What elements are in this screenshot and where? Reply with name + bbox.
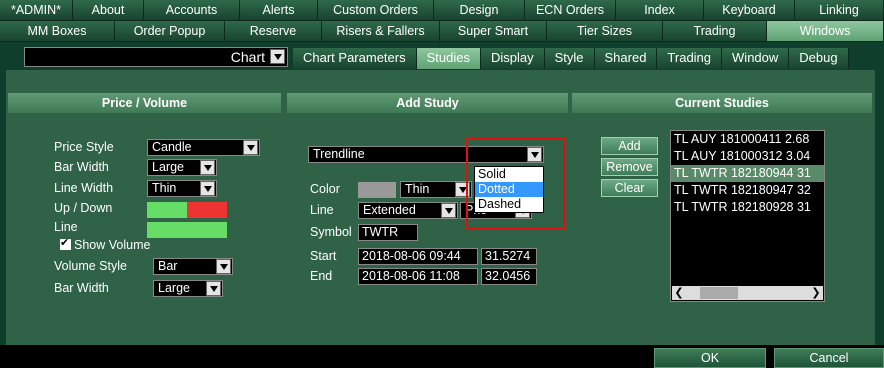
tab-ecn-orders[interactable]: ECN Orders: [525, 0, 616, 21]
end-label: End: [310, 269, 333, 283]
chevron-down-icon[interactable]: [200, 181, 215, 196]
tab-index[interactable]: Index: [616, 0, 704, 21]
up-color-swatch[interactable]: [147, 202, 187, 218]
subtab-display[interactable]: Display: [480, 48, 545, 69]
tab-linking[interactable]: Linking: [795, 0, 884, 21]
tab-tier-sizes[interactable]: Tier Sizes: [547, 21, 663, 42]
add-study-header: Add Study: [287, 93, 568, 113]
start-time-field[interactable]: 2018-08-06 09:44: [358, 248, 478, 265]
tab-order-popup[interactable]: Order Popup: [115, 21, 225, 42]
end-price-field[interactable]: 32.0456: [481, 268, 537, 285]
subtab-studies[interactable]: Studies: [416, 48, 481, 69]
symbol-label: Symbol: [310, 225, 352, 239]
bar-width-2-select[interactable]: Large: [153, 280, 223, 297]
sub-tabs: Chart Parameters Studies Display Style S…: [293, 48, 849, 69]
subtab-debug[interactable]: Debug: [789, 48, 849, 69]
subtab-trading[interactable]: Trading: [657, 48, 723, 69]
horizontal-scrollbar[interactable]: ❮ ❯: [672, 286, 823, 300]
bar-width-2-label: Bar Width: [54, 281, 109, 295]
start-price-field[interactable]: 31.5274: [481, 248, 537, 265]
line-type-select[interactable]: Extended: [358, 202, 458, 219]
tab-reserve[interactable]: Reserve: [225, 21, 322, 42]
thickness-value: Thin: [405, 182, 430, 196]
tab-design[interactable]: Design: [434, 0, 525, 21]
bar-width-label: Bar Width: [54, 160, 109, 174]
sub-toolbar: Chart Chart Parameters Studies Display S…: [0, 42, 884, 69]
chevron-down-icon[interactable]: [270, 49, 285, 64]
tab-custom-orders[interactable]: Custom Orders: [318, 0, 434, 21]
bar-width-select[interactable]: Large: [147, 159, 217, 176]
list-item[interactable]: TL TWTR 182180928 31: [671, 199, 824, 216]
symbol-field[interactable]: TWTR: [358, 224, 418, 241]
bar-width-value: Large: [152, 160, 184, 174]
chevron-left-icon[interactable]: ❮: [672, 286, 686, 300]
price-style-select[interactable]: Candle: [147, 139, 260, 156]
down-color-swatch[interactable]: [187, 202, 227, 218]
tab-mm-boxes[interactable]: MM Boxes: [0, 21, 115, 42]
subtab-chart-parameters[interactable]: Chart Parameters: [293, 48, 417, 69]
chart-selector[interactable]: Chart: [24, 47, 288, 67]
show-volume-label: Show Volume: [74, 238, 151, 252]
tab-windows[interactable]: Windows: [767, 21, 884, 42]
tab-trading[interactable]: Trading: [663, 21, 767, 42]
chevron-down-icon[interactable]: [441, 203, 456, 218]
end-time-field[interactable]: 2018-08-06 11:08: [358, 268, 478, 285]
chevron-down-icon[interactable]: [243, 140, 258, 155]
chevron-down-icon[interactable]: [206, 281, 221, 296]
tab-risers-fallers[interactable]: Risers & Fallers: [322, 21, 440, 42]
line-width-label: Line Width: [54, 181, 114, 195]
chevron-down-icon[interactable]: [216, 259, 231, 274]
list-item[interactable]: TL TWTR 182180947 32: [671, 182, 824, 199]
line-width-select[interactable]: Thin: [147, 180, 217, 197]
highlight-annotation: [466, 137, 565, 229]
line-width-value: Thin: [152, 181, 177, 195]
tab-alerts[interactable]: Alerts: [240, 0, 318, 21]
tab-accounts[interactable]: Accounts: [144, 0, 240, 21]
add-button[interactable]: Add: [601, 137, 658, 155]
subtab-window[interactable]: Window: [722, 48, 790, 69]
line-label: Line: [54, 220, 78, 234]
line-type-label: Line: [310, 203, 334, 217]
settings-window: *ADMIN* About Accounts Alerts Custom Ord…: [0, 0, 884, 368]
volume-style-select[interactable]: Bar: [153, 258, 233, 275]
list-item[interactable]: TL AUY 181000411 2.68: [671, 131, 824, 148]
tab-admin[interactable]: *ADMIN*: [0, 0, 73, 21]
tab-row-2: MM Boxes Order Popup Reserve Risers & Fa…: [0, 21, 884, 42]
volume-style-value: Bar: [158, 259, 178, 273]
subtab-shared[interactable]: Shared: [594, 48, 658, 69]
start-label: Start: [310, 249, 337, 263]
subtab-style[interactable]: Style: [544, 48, 595, 69]
current-studies-header: Current Studies: [572, 93, 872, 113]
ok-button[interactable]: OK: [654, 348, 766, 368]
chevron-right-icon[interactable]: ❯: [809, 286, 823, 300]
clear-button[interactable]: Clear: [601, 179, 658, 197]
tab-about[interactable]: About: [73, 0, 144, 21]
show-volume-checkbox[interactable]: Show Volume: [60, 236, 151, 252]
thickness-select[interactable]: Thin: [400, 181, 472, 198]
chart-selector-value: Chart: [230, 49, 265, 65]
color-label: Color: [310, 182, 340, 196]
current-studies-list[interactable]: TL AUY 181000411 2.68 TL AUY 181000312 3…: [670, 130, 825, 302]
study-color-swatch[interactable]: [358, 182, 396, 198]
bar-width-2-value: Large: [158, 281, 190, 295]
checkbox-checked-icon[interactable]: [60, 236, 71, 250]
scroll-thumb[interactable]: [700, 287, 738, 299]
tab-keyboard[interactable]: Keyboard: [704, 0, 795, 21]
line-type-value: Extended: [363, 203, 416, 217]
tab-super-smart[interactable]: Super Smart: [440, 21, 547, 42]
remove-button[interactable]: Remove: [601, 158, 658, 176]
price-volume-header: Price / Volume: [8, 93, 281, 113]
cancel-button[interactable]: Cancel: [774, 348, 884, 368]
line-color-swatch[interactable]: [147, 222, 227, 238]
study-type-value: Trendline: [313, 147, 365, 161]
price-style-label: Price Style: [54, 140, 114, 154]
list-item[interactable]: TL TWTR 182180944 31: [671, 165, 824, 182]
volume-style-label: Volume Style: [54, 259, 127, 273]
chevron-down-icon[interactable]: [200, 160, 215, 175]
tab-row-1: *ADMIN* About Accounts Alerts Custom Ord…: [0, 0, 884, 21]
list-item[interactable]: TL AUY 181000312 3.04: [671, 148, 824, 165]
up-down-label: Up / Down: [54, 201, 113, 215]
price-style-value: Candle: [152, 140, 192, 154]
